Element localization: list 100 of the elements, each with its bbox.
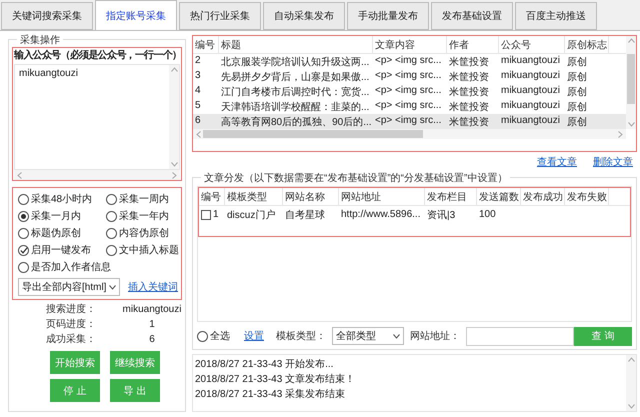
account-input-field[interactable]: mikuangtouzi	[14, 64, 180, 170]
checkbox[interactable]	[18, 245, 29, 256]
radio-button[interactable]	[106, 194, 117, 205]
log-line: 2018/8/27 21-33-43 开始发布...	[195, 358, 334, 371]
table-cell-text: <p> <img src...	[374, 114, 442, 128]
table-cell-text: 原创	[566, 116, 588, 129]
caret-icon[interactable]	[109, 284, 116, 290]
progress-label: 搜索进度：	[46, 303, 97, 316]
checkbox[interactable]	[18, 262, 29, 273]
table-cell-text: <p> <img src...	[374, 69, 442, 83]
tab[interactable]: 自动采集发布	[263, 2, 345, 30]
radio-button[interactable]	[106, 211, 117, 222]
column-header[interactable]: 模板类型	[225, 188, 283, 205]
horizontal-scrollbar[interactable]	[193, 129, 626, 139]
scroll-up-icon[interactable]	[170, 67, 178, 72]
table-cell-text: <p> <img src...	[374, 54, 442, 68]
column-header[interactable]: 发布成功	[521, 188, 565, 205]
site-label: 网站地址：	[410, 330, 460, 343]
progress-label: 成功采集：	[46, 333, 97, 346]
template-label: 模板类型：	[276, 330, 326, 343]
scroll-right-icon[interactable]	[172, 172, 177, 178]
checkbox[interactable]	[106, 228, 117, 239]
table-cell-text: 原创	[566, 56, 588, 69]
tab[interactable]: 指定账号采集	[95, 0, 177, 30]
column-header[interactable]: 文章内容	[373, 36, 447, 53]
table-cell-text: 5	[194, 99, 202, 113]
column-header[interactable]: 作者	[447, 36, 499, 53]
site-input-field[interactable]	[466, 326, 574, 346]
scroll-left-icon[interactable]	[196, 130, 201, 138]
checkbox[interactable]	[201, 210, 211, 220]
table-cell-text: 3	[194, 69, 202, 83]
option-label: 全选	[210, 330, 230, 342]
column-header[interactable]: 网站地址	[339, 188, 425, 205]
option-label: 采集一周内	[119, 193, 169, 206]
column-header[interactable]: 发布栏目	[425, 188, 477, 205]
option-label: 采集一年内	[119, 210, 169, 223]
table-cell-text: 2	[194, 54, 202, 68]
vertical-scrollbar[interactable]	[169, 65, 179, 169]
option-label: 标题伪原创	[31, 227, 81, 240]
table-cell-text: mikuangtouzi	[500, 69, 561, 83]
article-link[interactable]: 删除文章	[593, 155, 633, 169]
group-title: 文章分发（以下数据需要在“发布基础设置”的“分发基础设置”中设置）	[201, 171, 510, 185]
progress-value: mikuangtouzi	[122, 303, 182, 316]
tab[interactable]: 热门行业采集	[179, 2, 261, 30]
table-cell-text: <p> <img src...	[374, 84, 442, 98]
table-cell-text: discuz门户	[227, 208, 276, 222]
tab[interactable]: 百度主动推送	[515, 2, 597, 30]
vertical-scrollbar[interactable]	[626, 36, 636, 129]
table-cell-text: 米筐投资	[448, 70, 490, 84]
group-title: 采集操作	[17, 33, 63, 47]
progress-label: 页码进度：	[46, 318, 97, 331]
column-header[interactable]: 公众号	[499, 36, 565, 53]
option-label: 采集一月内	[31, 210, 81, 223]
table-cell-text: 原创	[566, 71, 588, 84]
table-cell-text: 高等教育网80后的孤独、90后的...	[220, 116, 373, 129]
tab[interactable]: 关键词搜索采集	[1, 2, 93, 30]
table-cell-text: 米筐投资	[448, 100, 490, 114]
log-line: 2018/8/27 21-33-43 采集发布结束	[195, 388, 346, 401]
option-label: 是否加入作者信息	[31, 261, 111, 274]
column-header[interactable]: 原创标志	[565, 36, 609, 53]
table-cell-text: 天津韩语培训学校醒醒：韭菜的...	[220, 100, 370, 114]
table-cell-text: 4	[194, 84, 202, 98]
column-header[interactable]: 编号	[193, 36, 219, 53]
radio-button[interactable]	[18, 194, 29, 205]
radio-button[interactable]	[197, 330, 208, 342]
scroll-right-icon[interactable]	[618, 130, 623, 138]
table-cell-text: 米筐投资	[448, 86, 490, 99]
scroll-up-icon[interactable]	[628, 357, 634, 362]
caret-icon[interactable]	[393, 334, 400, 338]
option-label: 内容伪原创	[119, 227, 169, 240]
radio-button[interactable]	[18, 211, 29, 222]
export-dropdown[interactable]: 导出全部内容[html]	[18, 278, 120, 296]
vertical-scrollbar[interactable]	[626, 355, 636, 411]
column-header[interactable]: 编号	[199, 188, 225, 205]
checkbox[interactable]	[106, 245, 117, 256]
table-cell-text: mikuangtouzi	[500, 114, 561, 128]
tab[interactable]: 手动批量发布	[347, 2, 429, 30]
table-cell-text: 自考星球	[285, 208, 325, 222]
table-cell-text: 米筐投资	[448, 56, 490, 69]
table-cell: 100	[479, 209, 496, 220]
scroll-down-icon[interactable]	[628, 122, 634, 127]
scroll-up-icon[interactable]	[628, 38, 634, 43]
tab[interactable]: 发布基础设置	[431, 2, 513, 30]
insert-keyword-link[interactable]: 插入关键词	[128, 280, 178, 294]
column-header[interactable]: 发布失败	[565, 188, 609, 205]
horizontal-scrollbar[interactable]	[14, 170, 180, 180]
settings-link[interactable]: 设置	[244, 329, 264, 343]
column-header[interactable]: 标题	[219, 36, 373, 53]
column-header[interactable]: 发送篇数	[477, 188, 521, 205]
article-link[interactable]: 查看文章	[537, 155, 577, 169]
checkbox[interactable]	[18, 228, 29, 239]
scroll-left-icon[interactable]	[17, 172, 22, 178]
scroll-down-icon[interactable]	[170, 162, 178, 167]
scroll-down-icon[interactable]	[628, 404, 634, 409]
table-row[interactable]: 6 高等教育网80后的孤独、90后的... <p> <img src... 米筐投资 mikuangtouzi 原创	[193, 114, 626, 129]
table-cell-text: mikuangtouzi	[500, 99, 561, 113]
column-header[interactable]: 网站名称	[283, 188, 339, 205]
input-label: 输入公众号（必须是公众号，一行一个）	[13, 48, 181, 63]
template-dropdown[interactable]: 全部类型	[332, 327, 404, 345]
table-cell-text: 北京服装学院培训认知升级这两...	[220, 56, 370, 69]
